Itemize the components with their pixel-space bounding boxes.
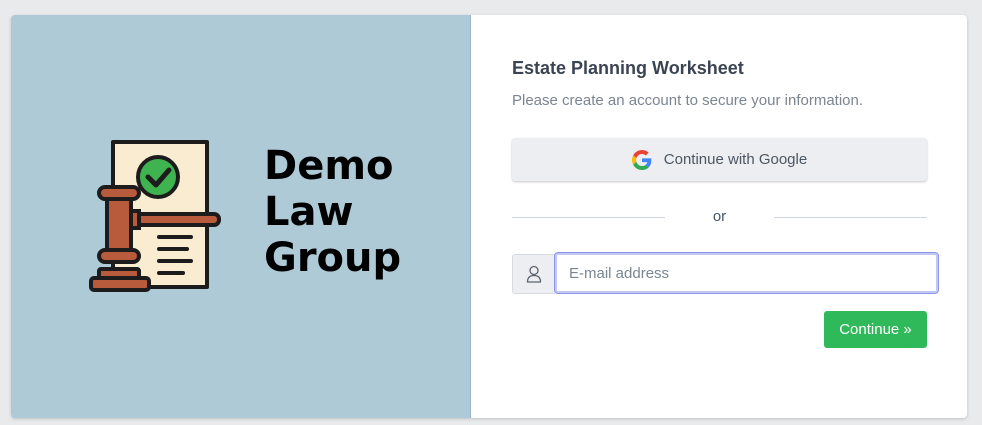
google-button-label: Continue with Google <box>663 151 808 168</box>
brand-panel: Demo Law Group <box>11 15 471 418</box>
brand-name: Demo Law Group <box>264 143 401 281</box>
gavel-document-check-icon <box>89 140 221 292</box>
email-field[interactable] <box>554 252 939 294</box>
continue-with-google-button[interactable]: Continue with Google <box>512 138 927 181</box>
user-icon <box>526 265 542 283</box>
email-input-group <box>512 252 939 294</box>
signup-form: Estate Planning Worksheet Please create … <box>471 15 967 418</box>
continue-button[interactable]: Continue » <box>824 311 927 348</box>
google-icon <box>631 149 652 170</box>
form-subtitle: Please create an account to secure your … <box>512 92 864 109</box>
divider-right <box>774 217 927 218</box>
email-addon <box>512 254 555 294</box>
brand-name-line-1: Demo <box>264 143 394 189</box>
form-title: Estate Planning Worksheet <box>512 58 744 78</box>
brand-name-line-2: Law <box>264 189 354 235</box>
brand-name-line-3: Group <box>264 235 402 281</box>
signup-card: Demo Law Group Estate Planning Worksheet… <box>11 15 967 418</box>
